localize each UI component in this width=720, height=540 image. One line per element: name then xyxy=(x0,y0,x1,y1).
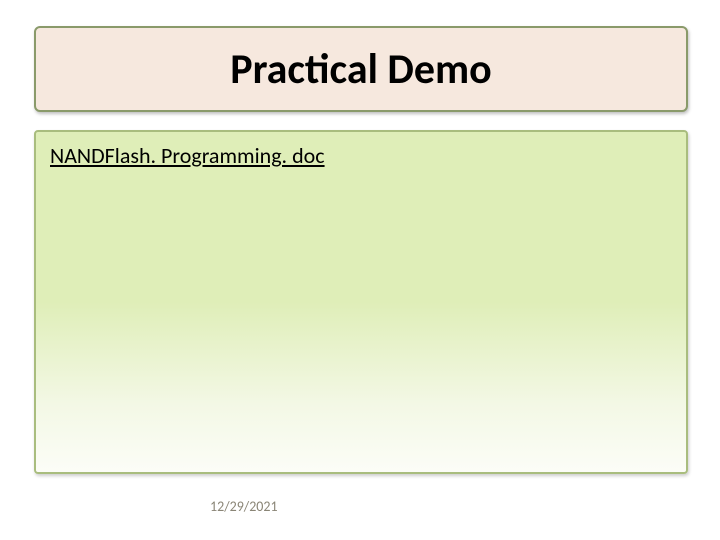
content-box: NANDFlash. Programming. doc xyxy=(34,130,688,474)
slide-title: Practical Demo xyxy=(230,44,492,95)
title-box: Practical Demo xyxy=(34,26,688,112)
document-link[interactable]: NANDFlash. Programming. doc xyxy=(50,142,325,169)
footer-date: 12/29/2021 xyxy=(210,498,278,515)
